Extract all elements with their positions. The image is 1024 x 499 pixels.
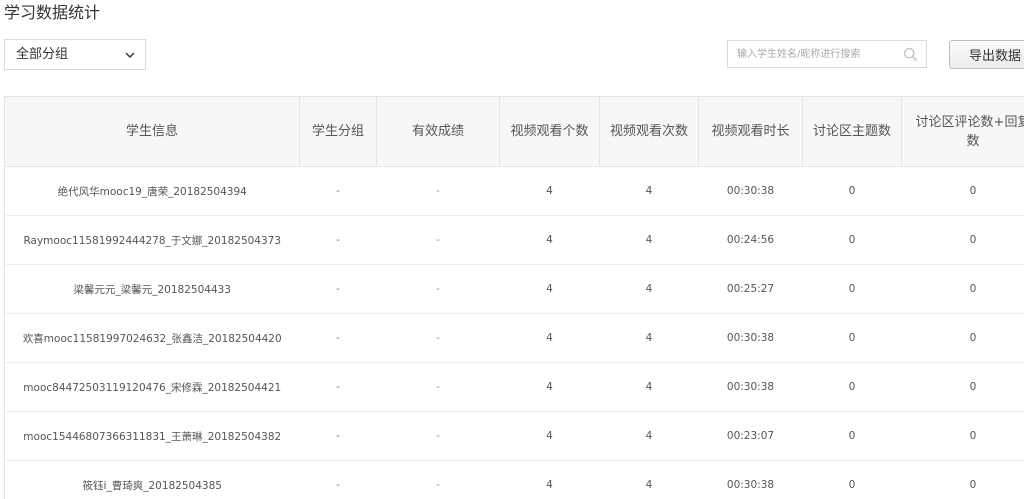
cell-student-group: - [299, 166, 377, 216]
cell-student-info: 梁馨元元_梁馨元_20182504433 [4, 264, 300, 314]
table-row: 欢喜mooc11581997024632_张鑫洁_20182504420 - -… [4, 313, 1024, 363]
column-header-valid-score: 有效成绩 [376, 96, 500, 167]
cell-student-info: 欢喜mooc11581997024632_张鑫洁_20182504420 [4, 313, 300, 363]
column-header-video-views: 视频观看次数 [599, 96, 699, 167]
cell-student-group: - [299, 362, 377, 412]
cell-student-group: - [299, 215, 377, 265]
cell-video-duration: 00:23:07 [698, 411, 803, 461]
cell-discussion-topics: 0 [802, 411, 902, 461]
cell-video-duration: 00:25:27 [698, 264, 803, 314]
cell-video-count: 4 [499, 215, 600, 265]
table-row: 筱钰i_曹琦爽_20182504385 - - 4 4 00:30:38 0 0 [4, 460, 1024, 499]
cell-student-group: - [299, 264, 377, 314]
search-input[interactable] [728, 41, 900, 67]
column-header-student-group: 学生分组 [299, 96, 377, 167]
cell-video-views: 4 [599, 313, 699, 363]
cell-valid-score: - [376, 264, 500, 314]
cell-video-views: 4 [599, 166, 699, 216]
cell-valid-score: - [376, 166, 500, 216]
table-row: mooc15446807366311831_王萧琳_20182504382 - … [4, 411, 1024, 461]
cell-discussion-replies: 0 [901, 166, 1024, 216]
cell-student-group: - [299, 411, 377, 461]
cell-discussion-topics: 0 [802, 460, 902, 499]
table-header-row: 学生信息 学生分组 有效成绩 视频观看个数 视频观看次数 视频观看时长 讨论区主… [4, 96, 1024, 167]
cell-student-group: - [299, 460, 377, 499]
cell-discussion-replies: 0 [901, 362, 1024, 412]
cell-discussion-replies: 0 [901, 215, 1024, 265]
cell-video-duration: 00:30:38 [698, 362, 803, 412]
cell-video-views: 4 [599, 215, 699, 265]
cell-video-views: 4 [599, 460, 699, 499]
cell-valid-score: - [376, 460, 500, 499]
cell-valid-score: - [376, 215, 500, 265]
cell-discussion-replies: 0 [901, 411, 1024, 461]
column-header-video-count: 视频观看个数 [499, 96, 600, 167]
cell-video-duration: 00:30:38 [698, 166, 803, 216]
table-row: 梁馨元元_梁馨元_20182504433 - - 4 4 00:25:27 0 … [4, 264, 1024, 314]
table-row: 绝代风华mooc19_唐荣_20182504394 - - 4 4 00:30:… [4, 166, 1024, 216]
cell-student-info: mooc84472503119120476_宋修霖_20182504421 [4, 362, 300, 412]
cell-video-duration: 00:30:38 [698, 313, 803, 363]
column-header-discussion-replies: 讨论区评论数+回复数 [901, 96, 1024, 167]
table-row: mooc84472503119120476_宋修霖_20182504421 - … [4, 362, 1024, 412]
cell-video-count: 4 [499, 166, 600, 216]
cell-discussion-topics: 0 [802, 313, 902, 363]
column-header-discussion-topics: 讨论区主题数 [802, 96, 902, 167]
cell-video-count: 4 [499, 362, 600, 412]
cell-valid-score: - [376, 411, 500, 461]
cell-student-info: mooc15446807366311831_王萧琳_20182504382 [4, 411, 300, 461]
cell-video-views: 4 [599, 411, 699, 461]
cell-student-info: 绝代风华mooc19_唐荣_20182504394 [4, 166, 300, 216]
stats-table: 学生信息 学生分组 有效成绩 视频观看个数 视频观看次数 视频观看时长 讨论区主… [4, 96, 1024, 499]
cell-video-duration: 00:24:56 [698, 215, 803, 265]
table-row: Raymooc11581992444278_于文娜_20182504373 - … [4, 215, 1024, 265]
column-header-student-info: 学生信息 [4, 96, 300, 167]
page: 学习数据统计 全部分组 导出数据 [0, 0, 1024, 499]
stats-table-wrapper: 学生信息 学生分组 有效成绩 视频观看个数 视频观看次数 视频观看时长 讨论区主… [4, 96, 1024, 499]
cell-discussion-replies: 0 [901, 264, 1024, 314]
cell-video-count: 4 [499, 460, 600, 499]
group-filter-dropdown[interactable]: 全部分组 [4, 39, 146, 70]
export-data-button[interactable]: 导出数据 [949, 40, 1024, 69]
cell-video-views: 4 [599, 362, 699, 412]
cell-valid-score: - [376, 313, 500, 363]
cell-video-count: 4 [499, 411, 600, 461]
column-header-video-duration: 视频观看时长 [698, 96, 803, 167]
cell-discussion-topics: 0 [802, 264, 902, 314]
cell-video-duration: 00:30:38 [698, 460, 803, 499]
cell-discussion-topics: 0 [802, 215, 902, 265]
chevron-down-icon [125, 52, 135, 58]
cell-student-info: Raymooc11581992444278_于文娜_20182504373 [4, 215, 300, 265]
cell-student-group: - [299, 313, 377, 363]
cell-student-info: 筱钰i_曹琦爽_20182504385 [4, 460, 300, 499]
cell-valid-score: - [376, 362, 500, 412]
cell-video-views: 4 [599, 264, 699, 314]
cell-discussion-topics: 0 [802, 166, 902, 216]
page-title: 学习数据统计 [4, 3, 101, 22]
search-box [727, 40, 927, 68]
cell-discussion-topics: 0 [802, 362, 902, 412]
cell-video-count: 4 [499, 313, 600, 363]
cell-discussion-replies: 0 [901, 313, 1024, 363]
cell-discussion-replies: 0 [901, 460, 1024, 499]
cell-video-count: 4 [499, 264, 600, 314]
search-icon[interactable] [903, 47, 918, 62]
group-filter-label: 全部分组 [16, 47, 69, 62]
